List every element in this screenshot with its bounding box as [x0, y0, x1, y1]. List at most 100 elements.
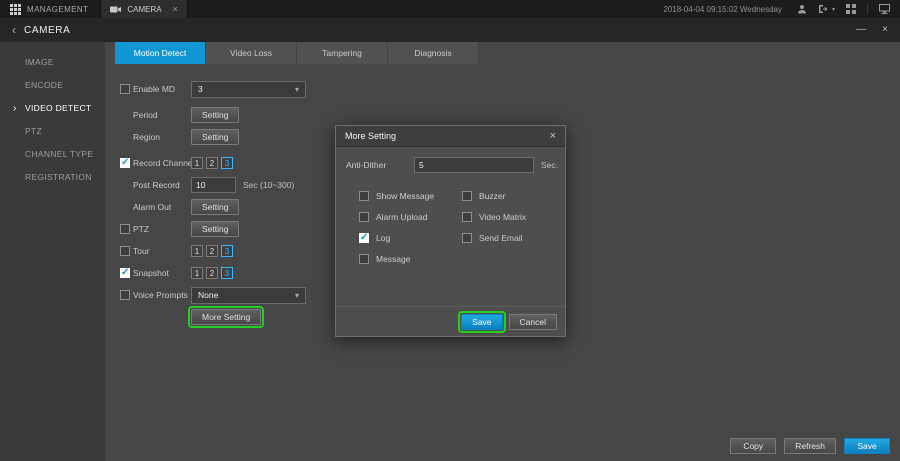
row-more-setting: More Setting: [105, 306, 306, 328]
sidebar-item-registration[interactable]: › REGISTRATION: [0, 166, 105, 189]
snapshot-channel-list: 1 2 3: [191, 267, 233, 279]
alarm-upload-checkbox[interactable]: [359, 212, 369, 222]
voice-prompts-label: Voice Prompts: [133, 290, 191, 300]
dialog-cancel-button[interactable]: Cancel: [509, 314, 557, 330]
enable-md-checkbox[interactable]: [120, 84, 130, 94]
show-message-checkbox[interactable]: [359, 191, 369, 201]
body: › IMAGE › ENCODE › VIDEO DETECT › PTZ › …: [0, 42, 900, 461]
log-checkbox[interactable]: [359, 233, 369, 243]
tab-diagnosis[interactable]: Diagnosis: [388, 42, 479, 64]
voice-prompts-value: None: [198, 290, 218, 300]
row-period: Period Setting: [105, 104, 306, 126]
option-label: Message: [376, 254, 411, 264]
voice-prompts-checkbox[interactable]: [120, 290, 130, 300]
tour-channel-2[interactable]: 2: [206, 245, 218, 257]
option-video-matrix[interactable]: Video Matrix: [462, 212, 565, 222]
anti-dither-unit: Sec.: [541, 160, 558, 170]
voice-prompts-dropdown[interactable]: None ▾: [191, 287, 306, 304]
post-record-label: Post Record: [133, 180, 191, 190]
display-icon[interactable]: [879, 4, 890, 14]
management-menu[interactable]: MANAGEMENT: [0, 0, 100, 18]
option-message[interactable]: Message: [359, 254, 472, 264]
copy-button[interactable]: Copy: [730, 438, 776, 454]
buzzer-checkbox[interactable]: [462, 191, 472, 201]
apps-icon[interactable]: [846, 4, 856, 14]
option-label: Log: [376, 233, 390, 243]
datetime: 2018-04-04 09:15:02 Wednesday: [663, 5, 782, 14]
record-channel-checkbox[interactable]: [120, 158, 130, 168]
send-email-checkbox[interactable]: [462, 233, 472, 243]
tour-channel-3[interactable]: 3: [221, 245, 233, 257]
page-header: ‹ CAMERA — ×: [0, 18, 900, 42]
minimize-icon[interactable]: —: [856, 25, 866, 35]
row-ptz: PTZ Setting: [105, 218, 306, 240]
post-record-input[interactable]: [191, 177, 236, 193]
sidebar-item-channel-type[interactable]: › CHANNEL TYPE: [0, 143, 105, 166]
sidebar-item-ptz[interactable]: › PTZ: [0, 120, 105, 143]
record-channel-list: 1 2 3: [191, 157, 233, 169]
tour-channel-1[interactable]: 1: [191, 245, 203, 257]
dialog-titlebar: More Setting ×: [336, 126, 565, 147]
page-title: CAMERA: [24, 25, 70, 36]
tab-close-icon[interactable]: ×: [173, 4, 178, 14]
camera-window-tab[interactable]: CAMERA ×: [100, 0, 188, 18]
region-label: Region: [133, 132, 191, 142]
sidebar-item-video-detect[interactable]: › VIDEO DETECT: [0, 97, 105, 120]
option-send-email[interactable]: Send Email: [462, 233, 565, 243]
dialog-save-button[interactable]: Save: [461, 314, 502, 330]
titlebar-right: 2018-04-04 09:15:02 Wednesday ▾: [663, 0, 900, 18]
record-channel-1[interactable]: 1: [191, 157, 203, 169]
snapshot-checkbox[interactable]: [120, 268, 130, 278]
management-label: MANAGEMENT: [27, 5, 88, 14]
snapshot-channel-2[interactable]: 2: [206, 267, 218, 279]
region-setting-button[interactable]: Setting: [191, 129, 239, 145]
snapshot-channel-3[interactable]: 3: [221, 267, 233, 279]
sidebar-item-label: ENCODE: [25, 80, 63, 90]
enable-md-dropdown[interactable]: 3 ▾: [191, 81, 306, 98]
anti-dither-label: Anti-Dither: [346, 160, 414, 170]
option-show-message[interactable]: Show Message: [359, 191, 462, 201]
sidebar: › IMAGE › ENCODE › VIDEO DETECT › PTZ › …: [0, 42, 105, 461]
close-icon[interactable]: ×: [882, 25, 888, 35]
option-label: Send Email: [479, 233, 522, 243]
chevron-down-icon: ▾: [295, 291, 299, 300]
ptz-checkbox[interactable]: [120, 224, 130, 234]
save-button[interactable]: Save: [844, 438, 890, 454]
row-anti-dither: Anti-Dither Sec.: [336, 157, 565, 173]
anti-dither-input[interactable]: [414, 157, 534, 173]
enable-md-label: Enable MD: [133, 84, 191, 94]
option-alarm-upload[interactable]: Alarm Upload: [359, 212, 462, 222]
tab-label: Tampering: [322, 48, 362, 58]
row-record-channel: Record Channel 1 2 3: [105, 152, 306, 174]
post-record-unit: Sec (10~300): [243, 180, 294, 190]
record-channel-2[interactable]: 2: [206, 157, 218, 169]
tour-checkbox[interactable]: [120, 246, 130, 256]
tab-video-loss[interactable]: Video Loss: [206, 42, 297, 64]
back-icon[interactable]: ‹: [12, 24, 16, 36]
refresh-button[interactable]: Refresh: [784, 438, 836, 454]
titlebar: MANAGEMENT CAMERA × 2018-04-04 09:15:02 …: [0, 0, 900, 18]
logout-icon[interactable]: [818, 4, 828, 14]
option-log[interactable]: Log: [359, 233, 462, 243]
period-label: Period: [133, 110, 191, 120]
dialog-close-icon[interactable]: ×: [550, 130, 556, 142]
user-icon[interactable]: [797, 4, 807, 14]
more-setting-button[interactable]: More Setting: [191, 309, 261, 325]
message-checkbox[interactable]: [359, 254, 369, 264]
tab-tampering[interactable]: Tampering: [297, 42, 388, 64]
dialog-options: Show Message Buzzer Alarm Upload: [336, 185, 565, 269]
sidebar-item-image[interactable]: › IMAGE: [0, 51, 105, 74]
video-matrix-checkbox[interactable]: [462, 212, 472, 222]
option-buzzer[interactable]: Buzzer: [462, 191, 565, 201]
more-setting-dialog: More Setting × Anti-Dither Sec. Show Mes…: [335, 125, 566, 337]
option-label: Alarm Upload: [376, 212, 428, 222]
ptz-label: PTZ: [133, 224, 191, 234]
enable-md-value: 3: [198, 84, 203, 94]
period-setting-button[interactable]: Setting: [191, 107, 239, 123]
sidebar-item-encode[interactable]: › ENCODE: [0, 74, 105, 97]
ptz-setting-button[interactable]: Setting: [191, 221, 239, 237]
tab-motion-detect[interactable]: Motion Detect: [115, 42, 206, 64]
record-channel-3[interactable]: 3: [221, 157, 233, 169]
alarm-out-setting-button[interactable]: Setting: [191, 199, 239, 215]
snapshot-channel-1[interactable]: 1: [191, 267, 203, 279]
